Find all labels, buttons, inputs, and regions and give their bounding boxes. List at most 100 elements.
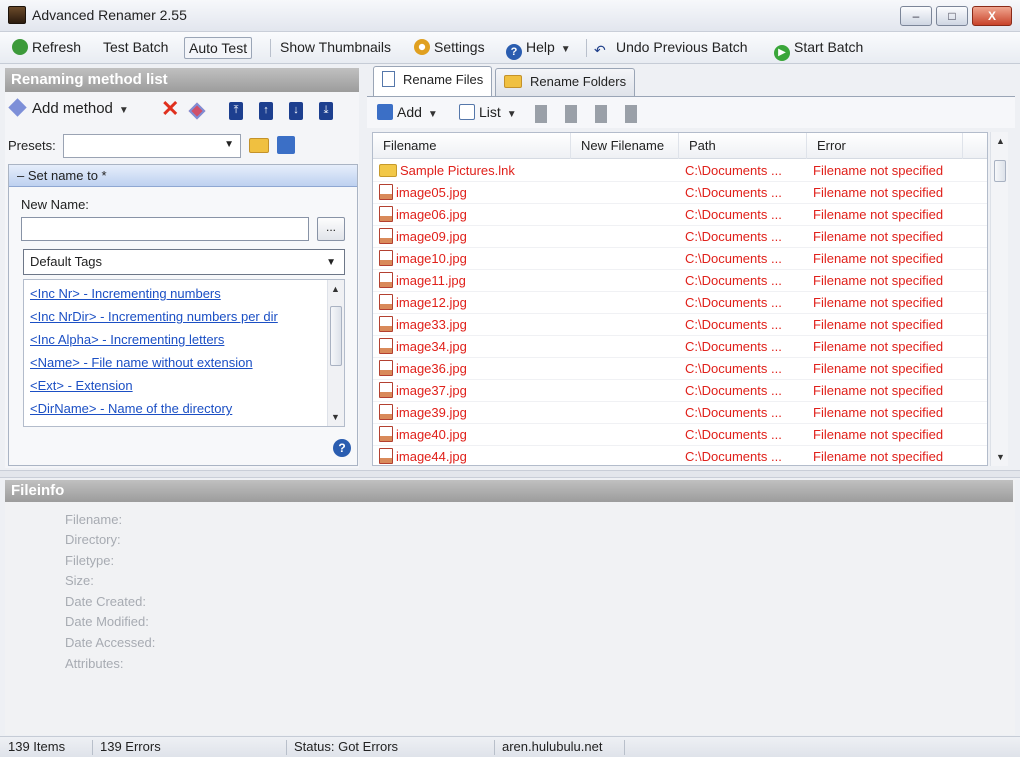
open-preset-folder-icon[interactable] bbox=[249, 138, 269, 153]
method-header[interactable]: – Set name to * bbox=[9, 165, 357, 187]
browse-button[interactable]: ... bbox=[317, 217, 345, 241]
filename-text: image40.jpg bbox=[396, 427, 467, 442]
minimize-button[interactable]: – bbox=[900, 6, 932, 26]
auto-test-toggle[interactable]: Auto Test bbox=[184, 37, 253, 59]
fileinfo-filetype-label: Filetype: bbox=[65, 553, 115, 568]
presets-select[interactable]: ▼ bbox=[63, 134, 241, 158]
status-separator bbox=[286, 740, 287, 755]
move-top-disabled-icon[interactable] bbox=[535, 105, 547, 123]
scroll-down-icon[interactable]: ▼ bbox=[996, 452, 1005, 462]
website-link[interactable]: aren.hulubulu.net bbox=[502, 739, 602, 754]
table-row[interactable]: image06.jpg C:\Documents ... Filename not … bbox=[373, 204, 987, 226]
filename-text: image33.jpg bbox=[396, 317, 467, 332]
table-row[interactable]: image10.jpg C:\Documents ... Filename not … bbox=[373, 248, 987, 270]
tags-scrollbar[interactable]: ▲ ▼ bbox=[327, 280, 344, 426]
list-button[interactable]: List ▼ bbox=[459, 104, 517, 120]
move-bottom-icon[interactable]: ⤓ bbox=[319, 102, 333, 120]
move-bottom-disabled-icon[interactable] bbox=[625, 105, 637, 123]
file-list-scrollbar[interactable]: ▲ ▼ bbox=[990, 132, 1008, 466]
move-up-icon[interactable]: ↑ bbox=[259, 102, 273, 120]
status-separator bbox=[624, 740, 625, 755]
error-cell: Filename not specified bbox=[813, 229, 944, 244]
settings-button[interactable]: Settings bbox=[410, 37, 489, 59]
add-files-button[interactable]: Add ▼ bbox=[377, 104, 438, 120]
new-name-input[interactable] bbox=[21, 217, 309, 241]
start-label: Start Batch bbox=[794, 39, 864, 55]
panel-splitter[interactable] bbox=[0, 470, 1020, 478]
table-row[interactable]: image34.jpg C:\Documents ... Filename not … bbox=[373, 336, 987, 358]
filename-text: image12.jpg bbox=[396, 295, 467, 310]
method-help-icon[interactable]: ? bbox=[333, 439, 351, 457]
table-row[interactable]: image36.jpg C:\Documents ... Filename not … bbox=[373, 358, 987, 380]
scroll-up-icon[interactable]: ▲ bbox=[331, 284, 340, 294]
table-row[interactable]: Sample Pictures.lnk C:\Documents ... Filen… bbox=[373, 160, 987, 182]
table-row[interactable]: image44.jpg C:\Documents ... Filename not … bbox=[373, 446, 987, 465]
tag-link[interactable]: <Name> - File name without extension bbox=[30, 355, 253, 370]
table-row[interactable]: image39.jpg C:\Documents ... Filename not … bbox=[373, 402, 987, 424]
add-method-button[interactable]: Add method ▼ bbox=[8, 98, 129, 117]
table-row[interactable]: image11.jpg C:\Documents ... Filename not … bbox=[373, 270, 987, 292]
chevron-down-icon: ▼ bbox=[506, 109, 517, 120]
table-row[interactable]: image09.jpg C:\Documents ... Filename not … bbox=[373, 226, 987, 248]
new-filename-cell bbox=[581, 402, 677, 424]
scroll-thumb[interactable] bbox=[330, 306, 342, 366]
table-row[interactable]: image05.jpg C:\Documents ... Filename not … bbox=[373, 182, 987, 204]
image-file-icon bbox=[379, 382, 393, 398]
save-preset-icon[interactable] bbox=[277, 136, 295, 154]
help-button[interactable]: ? Help ▼ bbox=[502, 37, 575, 60]
tags-select[interactable]: Default Tags ▼ bbox=[23, 249, 345, 275]
file-list: Filename New Filename Path Error Sample … bbox=[372, 132, 988, 466]
tab-rename-files[interactable]: Rename Files bbox=[373, 66, 493, 96]
status-text: Status: Got Errors bbox=[294, 739, 399, 754]
scroll-up-icon[interactable]: ▲ bbox=[996, 136, 1005, 146]
column-path[interactable]: Path bbox=[679, 133, 807, 159]
tag-link[interactable]: <Ext> - Extension bbox=[30, 378, 133, 393]
maximize-button[interactable]: □ bbox=[936, 6, 968, 26]
filename-text: image11.jpg bbox=[396, 273, 466, 288]
chevron-down-icon: ▼ bbox=[560, 44, 571, 55]
column-filename[interactable]: Filename bbox=[373, 133, 571, 159]
filename-text: image44.jpg bbox=[396, 449, 467, 464]
start-batch-button[interactable]: ▶ Start Batch bbox=[770, 37, 867, 61]
table-row[interactable]: image37.jpg C:\Documents ... Filename not … bbox=[373, 380, 987, 402]
document-icon bbox=[382, 71, 395, 87]
filename-cell: image33.jpg bbox=[379, 314, 569, 336]
filename-text: image37.jpg bbox=[396, 383, 467, 398]
move-down-disabled-icon[interactable] bbox=[595, 105, 607, 123]
remove-method-icon[interactable]: ✕ bbox=[161, 98, 179, 120]
folder-icon bbox=[379, 164, 397, 177]
tag-link[interactable]: <Inc Alpha> - Incrementing letters bbox=[30, 332, 224, 347]
close-button[interactable]: X bbox=[972, 6, 1012, 26]
filename-cell: Sample Pictures.lnk bbox=[379, 160, 569, 182]
refresh-icon bbox=[12, 39, 28, 55]
method-icon bbox=[8, 98, 27, 117]
test-batch-button[interactable]: Test Batch bbox=[99, 37, 172, 59]
method-toolbar: Add method ▼ ✕ ⤒ ↑ ↓ ⤓ bbox=[5, 96, 359, 126]
move-down-icon[interactable]: ↓ bbox=[289, 102, 303, 120]
column-new-filename[interactable]: New Filename bbox=[571, 133, 679, 159]
filename-cell: image39.jpg bbox=[379, 402, 569, 424]
table-row[interactable]: image12.jpg C:\Documents ... Filename not … bbox=[373, 292, 987, 314]
path-cell: C:\Documents ... bbox=[685, 317, 782, 332]
move-top-icon[interactable]: ⤒ bbox=[229, 102, 243, 120]
scroll-thumb[interactable] bbox=[994, 160, 1006, 182]
undo-label: Undo Previous Batch bbox=[616, 39, 748, 55]
toggle-method-icon[interactable] bbox=[188, 102, 206, 120]
fileinfo-attributes-label: Attributes: bbox=[65, 656, 124, 671]
scroll-down-icon[interactable]: ▼ bbox=[331, 412, 340, 422]
error-cell: Filename not specified bbox=[813, 339, 944, 354]
tag-link[interactable]: <DirName> - Name of the directory bbox=[30, 401, 232, 416]
item-count: 139 Items bbox=[8, 739, 66, 754]
tag-link[interactable]: <Inc NrDir> - Incrementing numbers per d… bbox=[30, 309, 278, 324]
error-cell: Filename not specified bbox=[813, 383, 944, 398]
table-row[interactable]: image40.jpg C:\Documents ... Filename not … bbox=[373, 424, 987, 446]
refresh-button[interactable]: Refresh bbox=[8, 37, 85, 59]
move-up-disabled-icon[interactable] bbox=[565, 105, 577, 123]
show-thumbnails-button[interactable]: Show Thumbnails bbox=[276, 37, 395, 59]
tag-link[interactable]: <Inc Nr> - Incrementing numbers bbox=[30, 286, 221, 301]
path-cell: C:\Documents ... bbox=[685, 185, 782, 200]
table-row[interactable]: image33.jpg C:\Documents ... Filename not … bbox=[373, 314, 987, 336]
column-error[interactable]: Error bbox=[807, 133, 963, 159]
tab-rename-folders[interactable]: Rename Folders bbox=[495, 68, 636, 96]
undo-batch-button[interactable]: ↶ Undo Previous Batch bbox=[590, 37, 752, 59]
